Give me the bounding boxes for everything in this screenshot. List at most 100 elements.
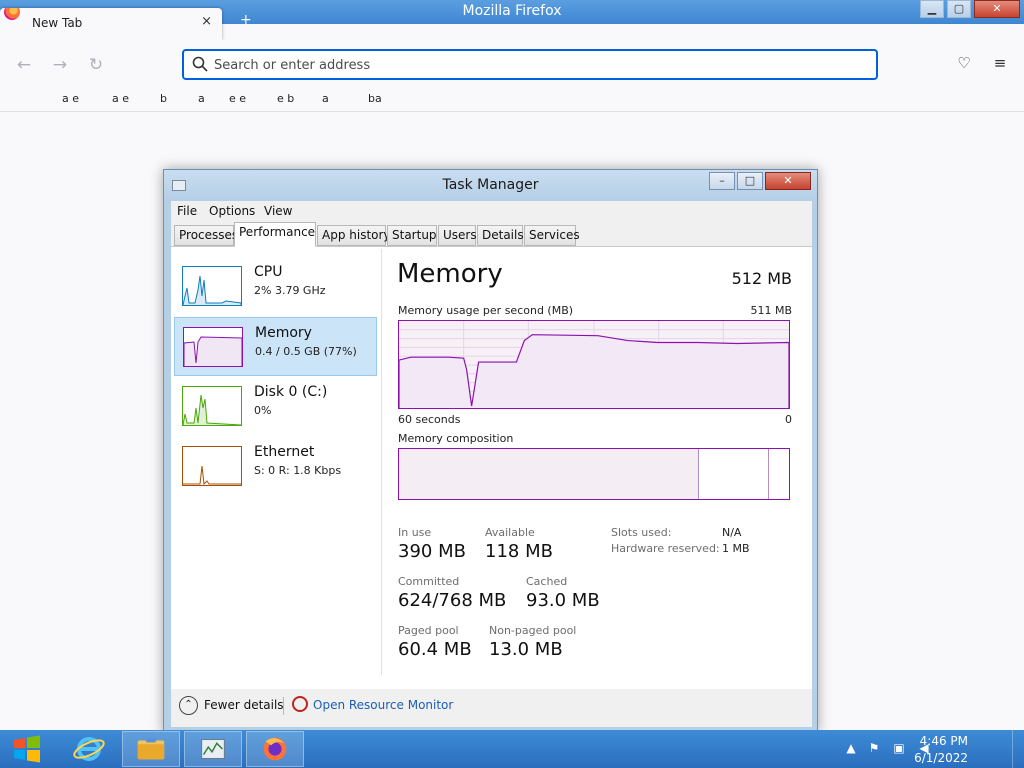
task-manager-taskbar-icon[interactable] [184,731,242,767]
usage-graph-max: 511 MB [750,304,792,317]
sidebar-sublabel: S: 0 R: 1.8 Kbps [254,464,342,477]
minimize-button[interactable]: ▁ [920,0,944,18]
tab-performance[interactable]: Performance [234,222,316,247]
task-manager-footer: ⌃ Fewer details Open Resource Monitor [171,689,812,727]
tab-processes[interactable]: Processes [174,225,238,246]
maximize-button[interactable]: ▢ [947,0,971,18]
network-icon[interactable]: ▣ [891,741,907,755]
task-manager-controls: – □ ✕ [707,172,811,190]
performance-panel: CPU 2% 3.79 GHz Memory 0.4 / 0.5 GB (77%… [171,247,812,689]
sidebar-sublabel: 2% 3.79 GHz [254,284,326,297]
stat-nonpaged-pool: 13.0 MB [489,639,563,660]
memory-heading: Memory [397,259,503,289]
new-tab-button[interactable]: + [240,12,252,28]
address-bar[interactable] [182,49,878,80]
tab-new-tab[interactable]: New Tab × [0,8,222,40]
stat-paged-pool: 60.4 MB [398,639,472,660]
sidebar-item-memory[interactable]: Memory 0.4 / 0.5 GB (77%) [174,317,377,376]
bookmark-item[interactable]: b [160,92,167,105]
menu-view[interactable]: View [264,204,292,218]
cpu-mini-graph [182,266,242,306]
close-button[interactable]: ✕ [974,0,1020,18]
navigation-toolbar: ← → ↻ ♡ ≡ [0,40,1024,90]
task-manager-titlebar[interactable]: Task Manager – □ ✕ [164,170,817,200]
url-input[interactable] [214,56,854,74]
time-axis-left: 60 seconds [398,413,461,426]
minimize-button[interactable]: – [709,172,735,190]
menu-bar: File Options View [171,201,812,221]
footer-separator [283,697,284,715]
open-resource-monitor-link[interactable]: Open Resource Monitor [313,698,453,712]
stat-hw-reserved: 1 MB [722,542,750,555]
bookmark-item[interactable]: ba [368,92,382,105]
action-center-flag-icon[interactable]: ⚑ [866,741,882,755]
tab-label: New Tab [32,16,83,30]
composition-standby-divider [768,449,769,499]
tab-users[interactable]: Users [438,225,477,246]
maximize-button[interactable]: □ [737,172,763,190]
sidebar-sublabel: 0% [254,404,272,417]
sidebar-item-disk[interactable]: Disk 0 (C:) 0% [174,377,377,436]
resource-monitor-icon [292,696,308,712]
bookmark-item[interactable]: a e [112,92,129,105]
bookmark-item[interactable]: e b [277,92,294,105]
internet-explorer-icon[interactable] [60,731,118,767]
show-hidden-icons-chevron[interactable]: ▲ [843,741,859,755]
bookmark-item[interactable]: a [198,92,205,105]
fewer-details-button[interactable]: Fewer details [204,698,284,712]
back-arrow-icon[interactable]: ← [13,54,35,76]
sidebar-item-ethernet[interactable]: Ethernet S: 0 R: 1.8 Kbps [174,437,377,496]
reload-icon[interactable]: ↻ [85,54,107,76]
time-axis-right: 0 [785,413,792,426]
tab-services[interactable]: Services [524,225,580,246]
bookmark-item[interactable]: a [322,92,329,105]
file-explorer-icon[interactable] [122,731,180,767]
windows-start-icon[interactable] [10,734,44,764]
sidebar-item-cpu[interactable]: CPU 2% 3.79 GHz [174,257,377,316]
app-menu-icon[interactable]: ≡ [990,54,1010,74]
chevron-up-icon[interactable]: ⌃ [179,696,198,715]
tab-close-icon[interactable]: × [201,14,212,29]
disk-mini-graph [182,386,242,426]
menu-file[interactable]: File [177,204,197,218]
stat-label-hw-reserved: Hardware reserved: [611,542,720,555]
stat-label-available: Available [485,526,535,539]
tab-startup[interactable]: Startup [387,225,437,246]
sidebar-sublabel: 0.4 / 0.5 GB (77%) [255,345,357,358]
memory-composition-bar [398,448,790,500]
bookmark-item[interactable]: a e [62,92,79,105]
pocket-icon[interactable]: ♡ [954,54,974,74]
close-button[interactable]: ✕ [765,172,811,190]
composition-in-use [399,449,699,499]
ethernet-mini-graph [182,446,242,486]
stat-slots: N/A [722,526,742,539]
stat-label-cached: Cached [526,575,568,588]
bookmarks-toolbar: a e a e b a e e e b a ba [0,90,1024,112]
stat-label-in-use: In use [398,526,432,539]
panel-divider [381,249,382,675]
stat-in-use: 390 MB [398,541,466,562]
clock-date[interactable]: 6/1/2022 [914,751,968,765]
show-desktop-button[interactable] [1012,730,1024,768]
stat-label-slots: Slots used: [611,526,672,539]
stat-available: 118 MB [485,541,553,562]
taskbar: ▲ ⚑ ▣ ◀ 4:46 PM 6/1/2022 [0,730,1024,768]
memory-total: 512 MB [731,269,792,288]
forward-arrow-icon[interactable]: → [49,54,71,76]
clock-time[interactable]: 4:46 PM [920,734,968,748]
firefox-taskbar-icon[interactable] [246,731,304,767]
tab-app-history[interactable]: App history [317,225,391,246]
stat-label-nonpaged-pool: Non-paged pool [489,624,577,637]
tab-details[interactable]: Details [477,225,524,246]
sidebar-label: Disk 0 (C:) [254,384,328,400]
sidebar-label: CPU [254,264,283,280]
bookmark-item[interactable]: e e [229,92,246,105]
usage-graph-label: Memory usage per second (MB) [398,304,574,317]
search-icon [192,56,208,72]
stat-label-paged-pool: Paged pool [398,624,459,637]
stat-label-committed: Committed [398,575,460,588]
memory-usage-graph [398,320,790,409]
menu-options[interactable]: Options [209,204,255,218]
sidebar-label: Ethernet [254,444,315,460]
task-manager-window: Task Manager – □ ✕ File Options View Pro… [163,169,818,734]
